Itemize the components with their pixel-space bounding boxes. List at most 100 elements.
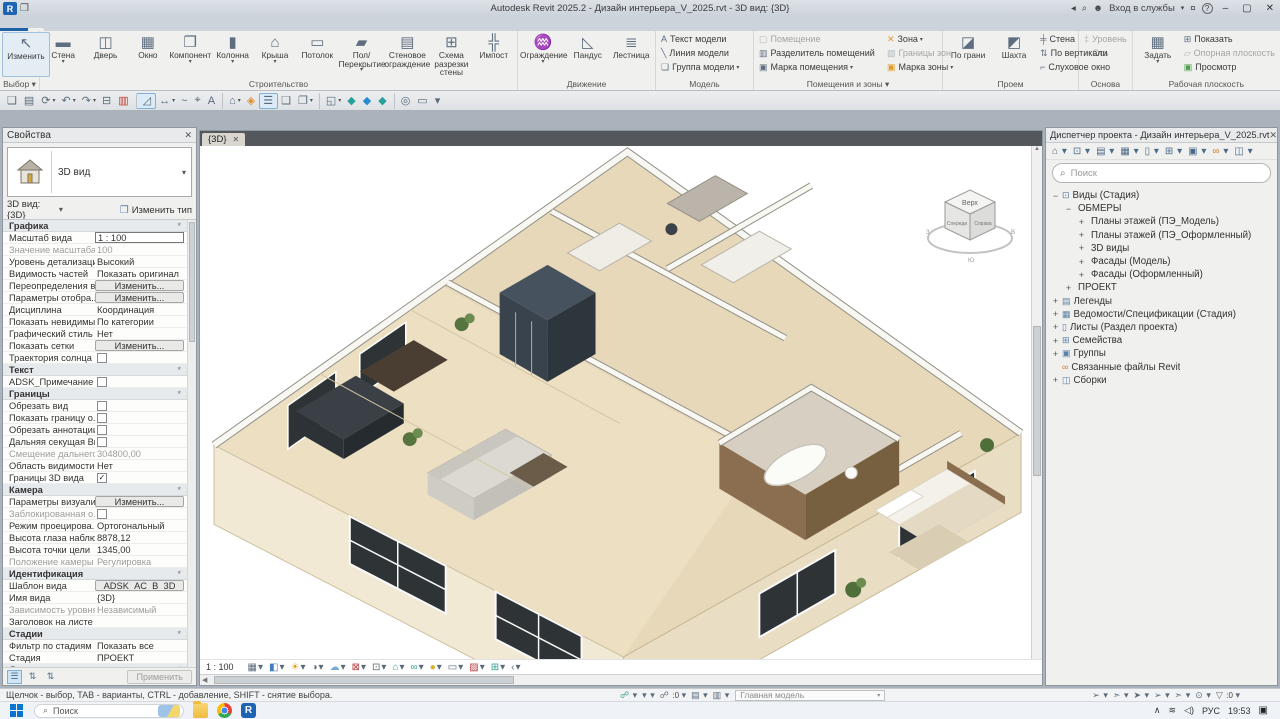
sun-path-icon[interactable]: ☀ ▾: [288, 662, 309, 673]
displaced-elements-icon[interactable]: ▨ ▾: [466, 662, 487, 673]
property-row[interactable]: Камера: [3, 484, 187, 496]
sync-with-central-icon[interactable]: ⟳ ▾: [38, 93, 58, 109]
tree-item[interactable]: + ▯ Листы (Раздел проекта): [1046, 321, 1277, 334]
property-row[interactable]: Зависимость уровня Независимый: [3, 604, 187, 616]
window-button[interactable]: ▦ Окно ▾: [127, 32, 169, 77]
property-row[interactable]: Графика: [3, 220, 187, 232]
collapse-icon[interactable]: ◂: [1071, 3, 1076, 14]
property-row[interactable]: Данные: [3, 664, 187, 667]
model-line-icon[interactable]: ~ ▾: [178, 93, 191, 109]
property-row[interactable]: Параметры отобра... Изменить...: [3, 292, 187, 304]
model-line-button[interactable]: ╲ Линия модели ▾: [658, 46, 742, 60]
temporary-hide-isolate-icon[interactable]: ∞ ▾: [408, 662, 427, 673]
property-row[interactable]: Область видимости Нет: [3, 460, 187, 472]
property-row[interactable]: Показать границу о...: [3, 412, 187, 424]
enscape-sync-icon[interactable]: ◆ ▾: [375, 93, 390, 109]
property-row[interactable]: Идентификация: [3, 568, 187, 580]
undo-icon[interactable]: ↶ ▾: [59, 93, 79, 109]
switch-windows-icon[interactable]: ❐ ▾: [295, 93, 316, 109]
close-button[interactable]: ✕: [1262, 3, 1278, 14]
design-options-icon[interactable]: ▤ ▾: [691, 690, 708, 701]
default-3d-view-icon[interactable]: ⌂ ▾: [222, 93, 244, 109]
property-row[interactable]: Высота глаза наблю... 8878,12: [3, 532, 187, 544]
property-row[interactable]: Режим проецирова... Ортогональный: [3, 520, 187, 532]
railing-button[interactable]: ♒ Ограждение ▾: [520, 32, 566, 77]
property-row[interactable]: Имя вида {3D}: [3, 592, 187, 604]
compass-south-label[interactable]: Ю: [968, 258, 974, 264]
wall-button[interactable]: ▬ Стена ▾: [42, 32, 84, 77]
chrome-icon[interactable]: [217, 703, 232, 718]
crop-region-icon[interactable]: ⊡ ▾: [369, 662, 389, 673]
reference-plane-button[interactable]: ▱ Опорная плоскость ▾: [1181, 46, 1278, 60]
tree-expander[interactable]: −: [1050, 191, 1061, 201]
viewer-button[interactable]: ▣ Просмотр ▾: [1181, 60, 1278, 74]
browser-families-icon[interactable]: ⊞ ▾: [1163, 146, 1184, 157]
project-browser-close-icon[interactable]: ✕: [1270, 130, 1277, 141]
shaft-opening-button[interactable]: ◩ Шахта ▾: [991, 32, 1037, 77]
tree-expander[interactable]: +: [1076, 217, 1087, 227]
property-row[interactable]: Стадия ПРОЕКТ: [3, 652, 187, 664]
account-icon[interactable]: ☻: [1093, 3, 1103, 14]
tree-item[interactable]: + ◫ Сборки: [1046, 374, 1277, 387]
property-row[interactable]: Масштаб вида 1 : 100: [3, 232, 187, 244]
level-button[interactable]: ‡ Уровень ▾: [1081, 32, 1130, 46]
text-icon[interactable]: A ▾: [205, 93, 219, 109]
browser-legends-icon[interactable]: ▤ ▾: [1094, 146, 1116, 157]
browser-views-icon[interactable]: ⊡ ▾: [1071, 146, 1092, 157]
thin-lines-icon[interactable]: ❑ ▾: [278, 93, 295, 109]
render-icon[interactable]: ☁ ▾: [327, 662, 349, 673]
notification-center-icon[interactable]: ▣: [1259, 705, 1268, 716]
aligned-dimension-icon[interactable]: ↔ ▾: [156, 93, 178, 109]
signin-caret-icon[interactable]: ▾: [1181, 4, 1185, 12]
property-row[interactable]: Фильтр по стадиям Показать все: [3, 640, 187, 652]
curtain-system-button[interactable]: ▤ Стеновое ограждение ▾: [385, 32, 431, 77]
sort-desc-icon[interactable]: ⇅: [43, 670, 58, 684]
select-pinned-icon[interactable]: ➢ ▾: [1154, 690, 1170, 701]
type-selector[interactable]: 3D вид ▾: [7, 147, 192, 197]
hidden-icons-chevron[interactable]: ∧: [1154, 705, 1161, 716]
tree-expander[interactable]: +: [1063, 283, 1074, 293]
tree-item[interactable]: + ПРОЕКТ: [1046, 281, 1277, 294]
column-button[interactable]: ▮ Колонна ▾: [211, 32, 253, 77]
roof-button[interactable]: ⌂ Крыша ▾: [254, 32, 296, 77]
visibility-graphics-icon[interactable]: ☰ ▾: [259, 93, 278, 109]
frames-icon[interactable]: ❐: [20, 3, 29, 14]
selection-box-icon[interactable]: ⊞ ▾: [488, 662, 508, 673]
property-row[interactable]: Текст: [3, 364, 187, 376]
property-row[interactable]: Обрезать аннотации: [3, 424, 187, 436]
tree-expander[interactable]: +: [1050, 375, 1061, 385]
revit-taskbar-icon[interactable]: R: [241, 703, 256, 718]
tree-item[interactable]: + ▣ Группы: [1046, 347, 1277, 360]
start-button[interactable]: [10, 704, 24, 718]
tag-icon[interactable]: ⌖ ▾: [192, 93, 205, 109]
view-tab-3d[interactable]: {3D}✕: [202, 133, 245, 146]
edit-type-button[interactable]: ❐Изменить тип: [120, 205, 192, 216]
language-indicator[interactable]: РУС: [1202, 706, 1220, 716]
door-button[interactable]: ◫ Дверь ▾: [84, 32, 126, 77]
scroll-left-icon[interactable]: ◀: [202, 676, 207, 684]
signin-label[interactable]: Вход в службы: [1109, 3, 1175, 14]
project-browser-search[interactable]: ⌕ Поиск: [1052, 163, 1271, 183]
print-icon[interactable]: ⊟ ▾: [99, 93, 115, 109]
compass-west-label[interactable]: З: [926, 230, 930, 236]
tree-item[interactable]: + Планы этажей (ПЭ_Оформленный): [1046, 229, 1277, 242]
model-group-button[interactable]: ❏ Группа модели ▾: [658, 60, 742, 74]
reveal-hidden-elements-icon[interactable]: ● ▾: [427, 662, 445, 673]
active-model-select[interactable]: Главная модель▾: [735, 690, 885, 701]
property-row[interactable]: Стадии: [3, 628, 187, 640]
tree-expander[interactable]: +: [1050, 309, 1061, 319]
measure-icon[interactable]: ◿ ▾: [136, 93, 156, 109]
property-row[interactable]: Обрезать вид: [3, 400, 187, 412]
property-row[interactable]: Видимость частей Показать оригинал: [3, 268, 187, 280]
browser-assemblies-icon[interactable]: ◫ ▾: [1232, 146, 1254, 157]
property-row[interactable]: Заблокированная о...: [3, 508, 187, 520]
restore-button[interactable]: ▢: [1238, 3, 1255, 14]
property-row[interactable]: Уровень детализации Высокий: [3, 256, 187, 268]
view-tab-close-icon[interactable]: ✕: [233, 135, 240, 144]
press-drag-icon[interactable]: ➢ ▾: [1092, 690, 1108, 701]
browser-groups-icon[interactable]: ▣ ▾: [1186, 146, 1208, 157]
horizontal-scrollbar[interactable]: ◀: [200, 674, 1042, 685]
property-row[interactable]: Дисциплина Координация: [3, 304, 187, 316]
properties-scrollbar[interactable]: [187, 220, 196, 667]
network-icon[interactable]: ≋: [1169, 705, 1177, 716]
